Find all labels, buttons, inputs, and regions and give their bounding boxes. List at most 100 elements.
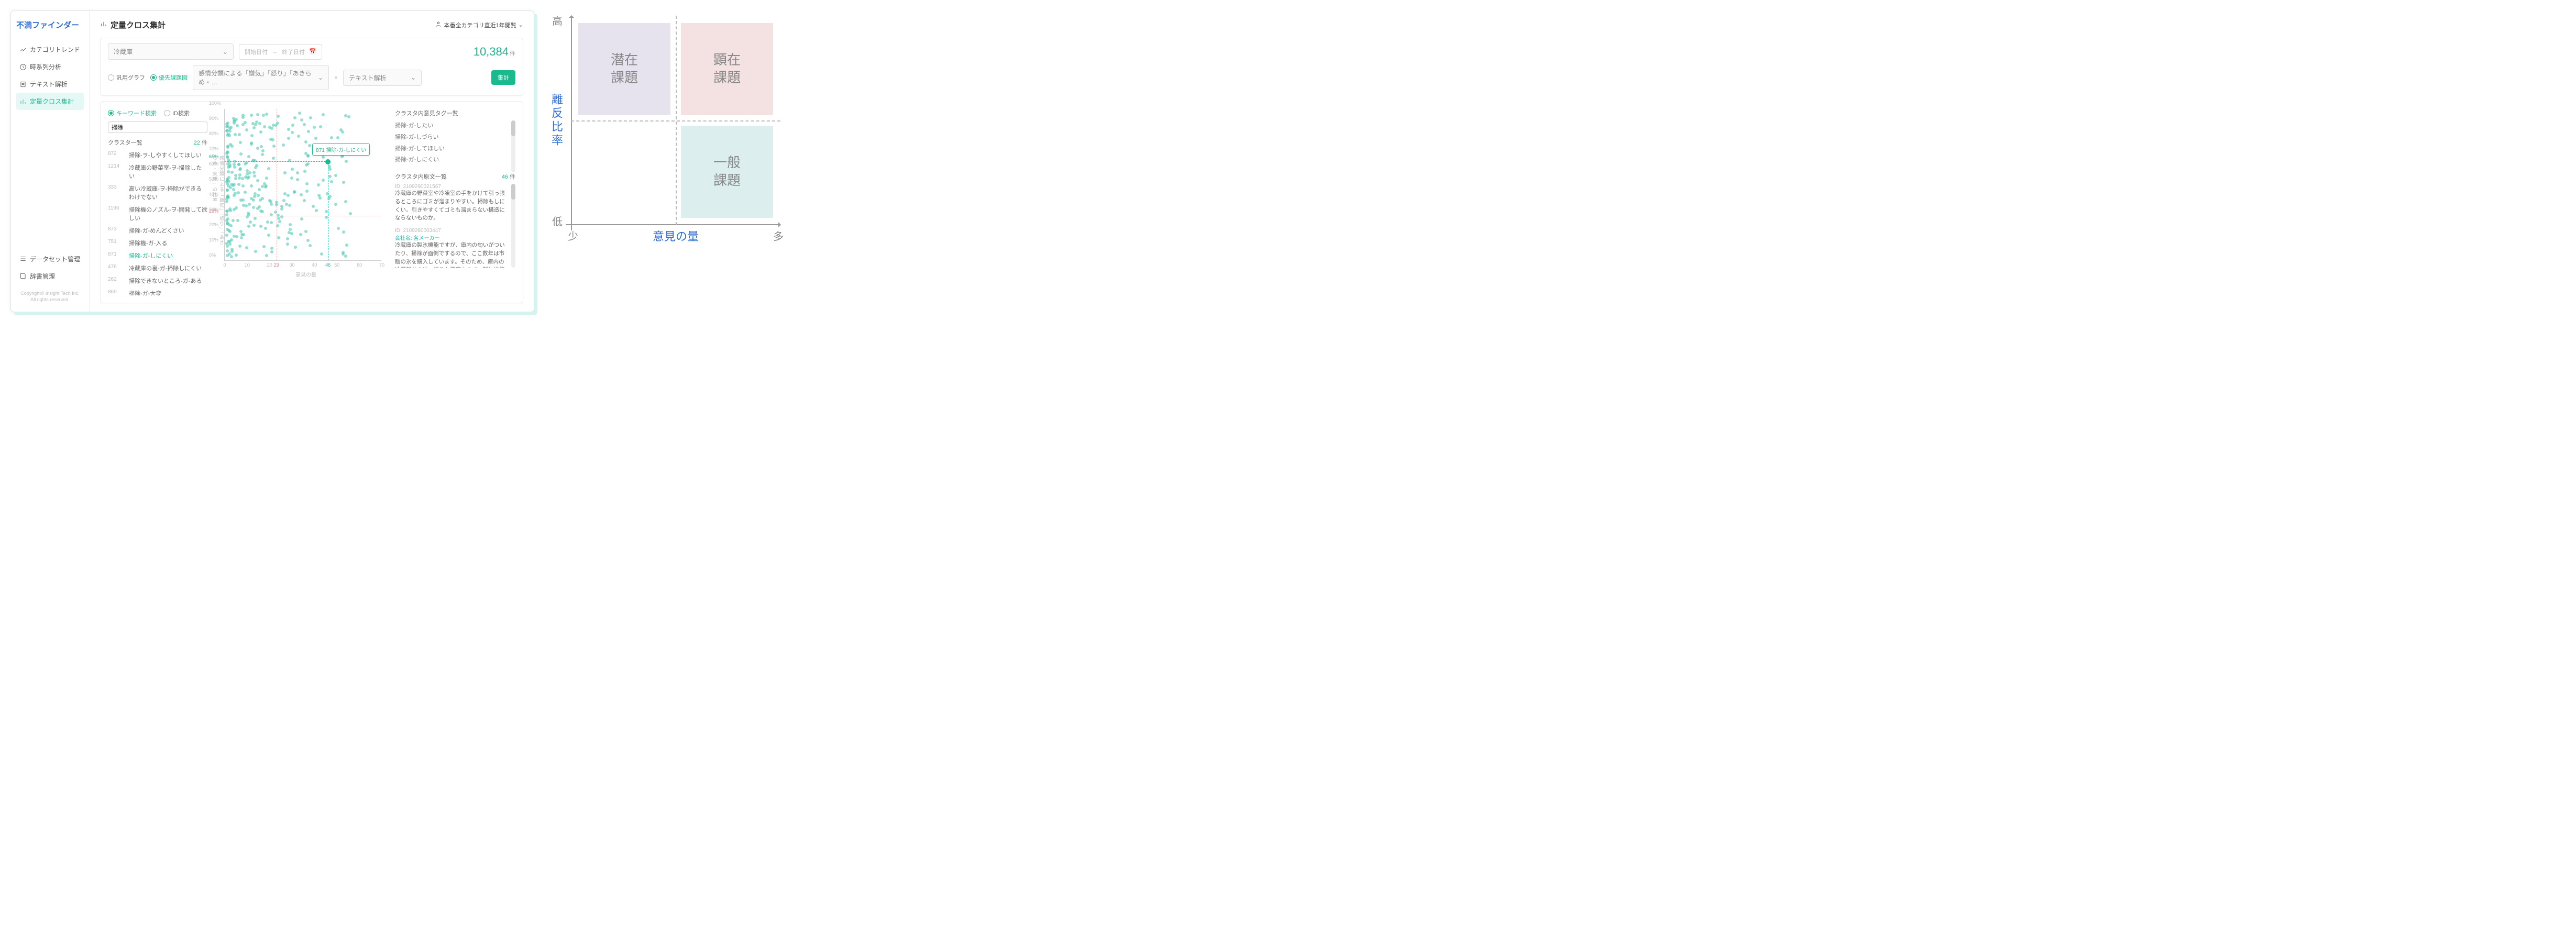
cluster-row[interactable]: 262掃除できないところ-ガ-ある <box>108 274 207 287</box>
scatter-dot[interactable] <box>280 215 283 218</box>
scatter-dot[interactable] <box>239 141 242 144</box>
scatter-dot[interactable] <box>291 131 294 134</box>
cluster-row[interactable]: 751掃除機-ガ-入る <box>108 237 207 249</box>
cluster-row[interactable]: 333高い冷蔵庫-ヲ-掃除ができるわけでない <box>108 182 207 203</box>
scatter-dot[interactable] <box>233 122 236 125</box>
scatter-dot[interactable] <box>259 225 262 228</box>
scatter-dot[interactable] <box>303 199 306 202</box>
scatter-dot[interactable] <box>254 159 257 162</box>
scatter-dot[interactable] <box>277 115 280 118</box>
scatter-dot[interactable] <box>257 194 260 197</box>
scatter-dot[interactable] <box>225 180 228 183</box>
scatter-dot[interactable] <box>298 112 301 115</box>
scatter-dot[interactable] <box>264 227 267 230</box>
scatter-dot[interactable] <box>244 191 247 194</box>
scatter-dot[interactable] <box>320 252 323 256</box>
scatter-dot[interactable] <box>290 177 293 180</box>
scatter-dot[interactable] <box>330 136 333 139</box>
scatter-dot[interactable] <box>270 250 273 253</box>
scatter-dot[interactable] <box>289 223 292 226</box>
scatter-dot[interactable] <box>288 159 291 162</box>
scatter-dot[interactable] <box>229 126 233 129</box>
tag-item[interactable]: 掃除-ガ-しづらい <box>395 132 508 144</box>
nav-text-analysis[interactable]: テキスト解析 <box>16 75 84 93</box>
scatter-dot[interactable] <box>283 171 287 174</box>
scrollbar[interactable] <box>511 184 515 268</box>
scatter-dot[interactable] <box>270 247 273 250</box>
scatter-dot[interactable] <box>300 118 303 122</box>
category-dropdown[interactable]: 冷蔵庫 ⌄ <box>108 43 234 60</box>
cluster-list[interactable]: 872掃除-ヲ-しやすくしてほしい1214冷蔵庫の野菜室-ヲ-掃除したい333高… <box>108 149 207 295</box>
scatter-dot[interactable] <box>250 141 253 145</box>
scatter-dot[interactable] <box>241 177 244 180</box>
scatter-dot[interactable] <box>303 123 306 126</box>
scatter-dot[interactable] <box>250 184 253 188</box>
scatter-dot[interactable] <box>247 225 250 228</box>
scatter-dot[interactable] <box>252 126 256 129</box>
scatter-dot[interactable] <box>330 180 333 183</box>
nav-category-trend[interactable]: カテゴリトレンド <box>16 41 84 58</box>
scatter-dot[interactable] <box>313 126 316 129</box>
scatter-dot[interactable] <box>233 208 236 211</box>
scatter-dot[interactable] <box>248 203 251 206</box>
scatter-dot[interactable] <box>288 204 291 207</box>
cluster-row[interactable]: 872掃除-ヲ-しやすくしてほしい <box>108 149 207 161</box>
scatter-dot[interactable] <box>234 177 237 180</box>
scatter-dot[interactable] <box>345 160 348 163</box>
scatter-dot[interactable] <box>226 222 229 225</box>
scatter-dot[interactable] <box>305 163 308 167</box>
radio-priority-map[interactable]: 優先課題図 <box>150 73 188 82</box>
scatter-dot[interactable] <box>260 145 263 148</box>
scatter-dot[interactable] <box>278 220 281 223</box>
tag-item[interactable]: 掃除-ガ-してほしい <box>395 144 508 155</box>
scatter-dot[interactable] <box>236 124 239 127</box>
scatter-dot[interactable] <box>237 163 240 166</box>
scatter-dot[interactable] <box>325 216 328 219</box>
scatter-dot[interactable] <box>265 254 268 257</box>
scatter-dot[interactable] <box>317 194 321 197</box>
clear-emotion-button[interactable]: × <box>334 74 338 81</box>
scatter-dot[interactable] <box>277 236 280 239</box>
nav-dictionary-mgmt[interactable]: 辞書管理 <box>16 268 84 285</box>
scatter-dot[interactable] <box>267 234 270 237</box>
scatter-dot[interactable] <box>241 184 245 188</box>
scatter-dot[interactable] <box>305 182 309 185</box>
scatter-dot[interactable] <box>241 123 245 126</box>
cluster-row[interactable]: 871掃除-ガ-しにくい <box>108 249 207 262</box>
cluster-row[interactable]: 1214冷蔵庫の野菜室-ヲ-掃除したい <box>108 161 207 182</box>
scatter-dot[interactable] <box>226 189 229 192</box>
scatter-dot[interactable] <box>276 224 279 227</box>
scatter-dot[interactable] <box>266 221 269 224</box>
scatter-dot[interactable] <box>312 205 315 208</box>
scatter-dot[interactable] <box>270 221 273 224</box>
tag-list[interactable]: 掃除-ガ-したい掃除-ガ-しづらい掃除-ガ-してほしい掃除-ガ-しにくい <box>395 120 508 166</box>
scatter-dot[interactable] <box>322 156 325 159</box>
scatter-dot[interactable] <box>328 175 332 178</box>
aggregate-button[interactable]: 集計 <box>491 70 515 85</box>
cluster-row[interactable]: 476冷蔵庫の裏-ガ-掃除しにくい <box>108 262 207 274</box>
scatter-dot[interactable] <box>336 136 339 139</box>
scatter-dot[interactable] <box>299 233 302 236</box>
scatter-dot[interactable] <box>252 171 256 174</box>
text-analysis-dropdown[interactable]: テキスト解析 ⌄ <box>343 70 422 86</box>
scatter-dot[interactable] <box>337 227 340 230</box>
origin-item[interactable]: ID: 2109280003447会社名: 各メーカー冷蔵庫の製氷機能ですが、庫… <box>395 228 508 268</box>
scatter-dot[interactable] <box>238 245 241 248</box>
scatter-dot[interactable] <box>304 152 307 155</box>
cluster-row[interactable]: 869掃除-ガ-大変 <box>108 287 207 295</box>
scatter-dot[interactable] <box>247 155 250 158</box>
scatter-dot[interactable] <box>327 197 331 200</box>
scatter-dot[interactable] <box>309 116 312 119</box>
cluster-row[interactable]: 1196掃除機のノズル-ヲ-開発して欲しい <box>108 203 207 224</box>
scatter-dot[interactable] <box>345 244 348 247</box>
scatter-dot[interactable] <box>317 183 320 186</box>
scatter-dot[interactable] <box>238 177 241 180</box>
scatter-dot[interactable] <box>271 138 274 141</box>
scatter-dot[interactable] <box>256 113 259 116</box>
scatter-dot[interactable] <box>306 239 310 242</box>
scatter-dot[interactable] <box>237 191 240 194</box>
scatter-dot[interactable] <box>264 185 267 189</box>
nav-dataset-mgmt[interactable]: データセット管理 <box>16 250 84 268</box>
scatter-dot[interactable] <box>344 114 347 117</box>
scatter-dot[interactable] <box>254 250 257 253</box>
